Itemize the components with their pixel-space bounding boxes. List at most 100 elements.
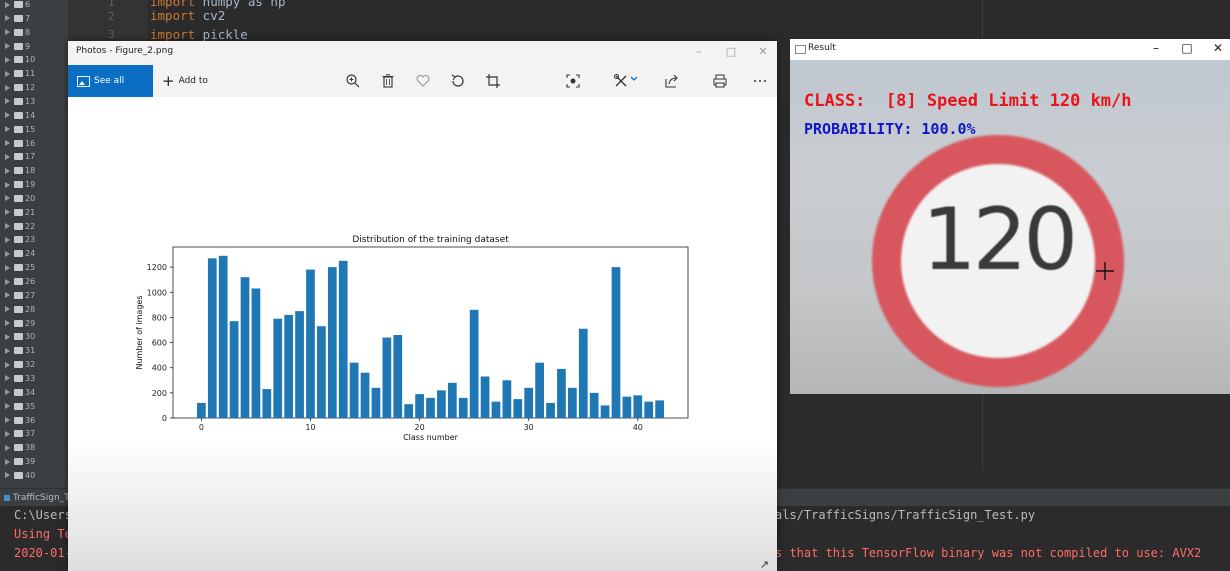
tree-folder-item[interactable]: 16: [0, 139, 35, 153]
photos-window[interactable]: Photos - Figure_2.png – □ ✕ See all phot…: [68, 41, 777, 571]
chevron-down-icon[interactable]: [630, 75, 638, 83]
expand-arrow-icon[interactable]: [5, 472, 10, 479]
bar: [546, 402, 555, 418]
maximize-button[interactable]: □: [1179, 41, 1195, 55]
print-icon[interactable]: [712, 73, 728, 89]
photos-title-bar[interactable]: Photos - Figure_2.png – □ ✕: [68, 41, 777, 65]
expand-arrow-icon[interactable]: [5, 15, 10, 22]
heart-icon[interactable]: [415, 73, 431, 89]
tree-folder-item[interactable]: 23: [0, 235, 35, 249]
expand-arrow-icon[interactable]: [5, 29, 10, 36]
expand-arrow-icon[interactable]: [5, 236, 10, 243]
expand-arrow-icon[interactable]: [5, 444, 10, 451]
tree-folder-item[interactable]: 28: [0, 305, 35, 319]
tree-folder-item[interactable]: 17: [0, 152, 35, 166]
tree-folder-item[interactable]: 13: [0, 97, 35, 111]
expand-arrow-icon[interactable]: [5, 458, 10, 465]
tree-item-label: 8: [25, 27, 31, 37]
tree-folder-item[interactable]: 36: [0, 416, 35, 430]
tree-folder-item[interactable]: 40: [0, 471, 35, 485]
expand-arrow-icon[interactable]: [5, 223, 10, 230]
expand-arrow-icon[interactable]: [5, 430, 10, 437]
close-button[interactable]: ✕: [1210, 41, 1226, 55]
tree-folder-item[interactable]: 27: [0, 291, 35, 305]
tree-folder-item[interactable]: 21: [0, 208, 35, 222]
tree-folder-item[interactable]: 11: [0, 69, 35, 83]
tree-folder-item[interactable]: 34: [0, 388, 35, 402]
delete-icon[interactable]: [380, 73, 396, 89]
expand-arrow-icon[interactable]: [5, 153, 10, 160]
expand-arrow-icon[interactable]: [5, 361, 10, 368]
expand-arrow-icon[interactable]: [5, 209, 10, 216]
tree-folder-item[interactable]: 8: [0, 28, 30, 42]
tree-folder-item[interactable]: 7: [0, 14, 30, 28]
expand-arrow-icon[interactable]: [5, 84, 10, 91]
bar: [458, 397, 468, 418]
expand-arrow-icon[interactable]: [5, 140, 10, 146]
photo-viewer-canvas[interactable]: 0 200 400 600 800 1000 1200 0 10 20 30 40 Distributi…: [68, 97, 777, 571]
close-button[interactable]: ✕: [756, 45, 770, 59]
share-icon[interactable]: [664, 73, 680, 89]
folder-icon: [14, 444, 23, 452]
tree-folder-item[interactable]: 10: [0, 55, 35, 69]
tree-folder-item[interactable]: 15: [0, 125, 35, 139]
minimize-button[interactable]: –: [692, 45, 706, 59]
more-icon[interactable]: [752, 73, 768, 89]
tree-folder-item[interactable]: 14: [0, 111, 35, 125]
tree-folder-item[interactable]: 38: [0, 443, 35, 457]
maximize-button[interactable]: □: [724, 45, 738, 59]
see-all-photos-button[interactable]: See all photos: [68, 65, 153, 119]
add-to-button[interactable]: + Add to: [162, 65, 208, 97]
expand-arrow-icon[interactable]: [5, 403, 10, 410]
enhance-icon[interactable]: [565, 73, 581, 89]
tree-folder-item[interactable]: 39: [0, 457, 35, 471]
expand-arrow-icon[interactable]: [5, 278, 10, 285]
tree-folder-item[interactable]: 18: [0, 166, 35, 180]
tree-folder-item[interactable]: 30: [0, 332, 35, 346]
tree-folder-item[interactable]: 22: [0, 222, 35, 236]
zoom-in-icon[interactable]: [345, 73, 361, 89]
tree-folder-item[interactable]: 9: [0, 42, 30, 56]
tree-folder-item[interactable]: 20: [0, 194, 35, 208]
rotate-icon[interactable]: [450, 73, 466, 89]
expand-arrow-icon[interactable]: [5, 98, 10, 105]
result-title-bar[interactable]: Result – □ ✕: [790, 39, 1230, 61]
result-window[interactable]: Result – □ ✕ 120 CLASS: [8] Speed Limit …: [790, 39, 1230, 394]
expand-arrow-icon[interactable]: [5, 306, 10, 313]
expand-arrow-icon[interactable]: [5, 292, 10, 299]
minimize-button[interactable]: –: [1148, 41, 1164, 55]
expand-arrow-icon[interactable]: [5, 167, 10, 174]
edit-icon[interactable]: [613, 73, 629, 89]
expand-arrow-icon[interactable]: [5, 195, 10, 202]
expand-arrow-icon[interactable]: [5, 320, 10, 327]
expand-arrow-icon[interactable]: [5, 1, 10, 8]
tree-folder-item[interactable]: 33: [0, 374, 35, 388]
run-tab[interactable]: TrafficSign_Te: [0, 489, 74, 507]
expand-arrow-icon[interactable]: [5, 126, 10, 133]
expand-arrow-icon[interactable]: [5, 389, 10, 396]
expand-arrow-icon[interactable]: [5, 181, 10, 188]
tree-folder-item[interactable]: 26: [0, 277, 35, 291]
expand-arrow-icon[interactable]: [5, 56, 10, 63]
expand-arrow-icon[interactable]: [5, 333, 10, 340]
tree-folder-item[interactable]: 32: [0, 360, 35, 374]
expand-arrow-icon[interactable]: [5, 43, 10, 50]
crop-icon[interactable]: [485, 73, 501, 89]
expand-arrow-icon[interactable]: [5, 417, 10, 423]
tree-folder-item[interactable]: 37: [0, 429, 35, 443]
expand-arrow-icon[interactable]: [5, 264, 10, 271]
tree-folder-item[interactable]: 24: [0, 249, 35, 263]
tree-folder-item[interactable]: 25: [0, 263, 35, 277]
tree-folder-item[interactable]: 31: [0, 346, 35, 360]
expand-arrow-icon[interactable]: [5, 375, 10, 382]
expand-icon[interactable]: ↗: [760, 558, 769, 571]
tree-folder-item[interactable]: 35: [0, 402, 35, 416]
tree-folder-item[interactable]: 12: [0, 83, 35, 97]
expand-arrow-icon[interactable]: [5, 112, 10, 119]
tree-folder-item[interactable]: 6: [0, 0, 30, 14]
tree-folder-item[interactable]: 19: [0, 180, 35, 194]
expand-arrow-icon[interactable]: [5, 250, 10, 257]
tree-folder-item[interactable]: 29: [0, 319, 35, 333]
expand-arrow-icon[interactable]: [5, 70, 10, 77]
expand-arrow-icon[interactable]: [5, 347, 10, 354]
